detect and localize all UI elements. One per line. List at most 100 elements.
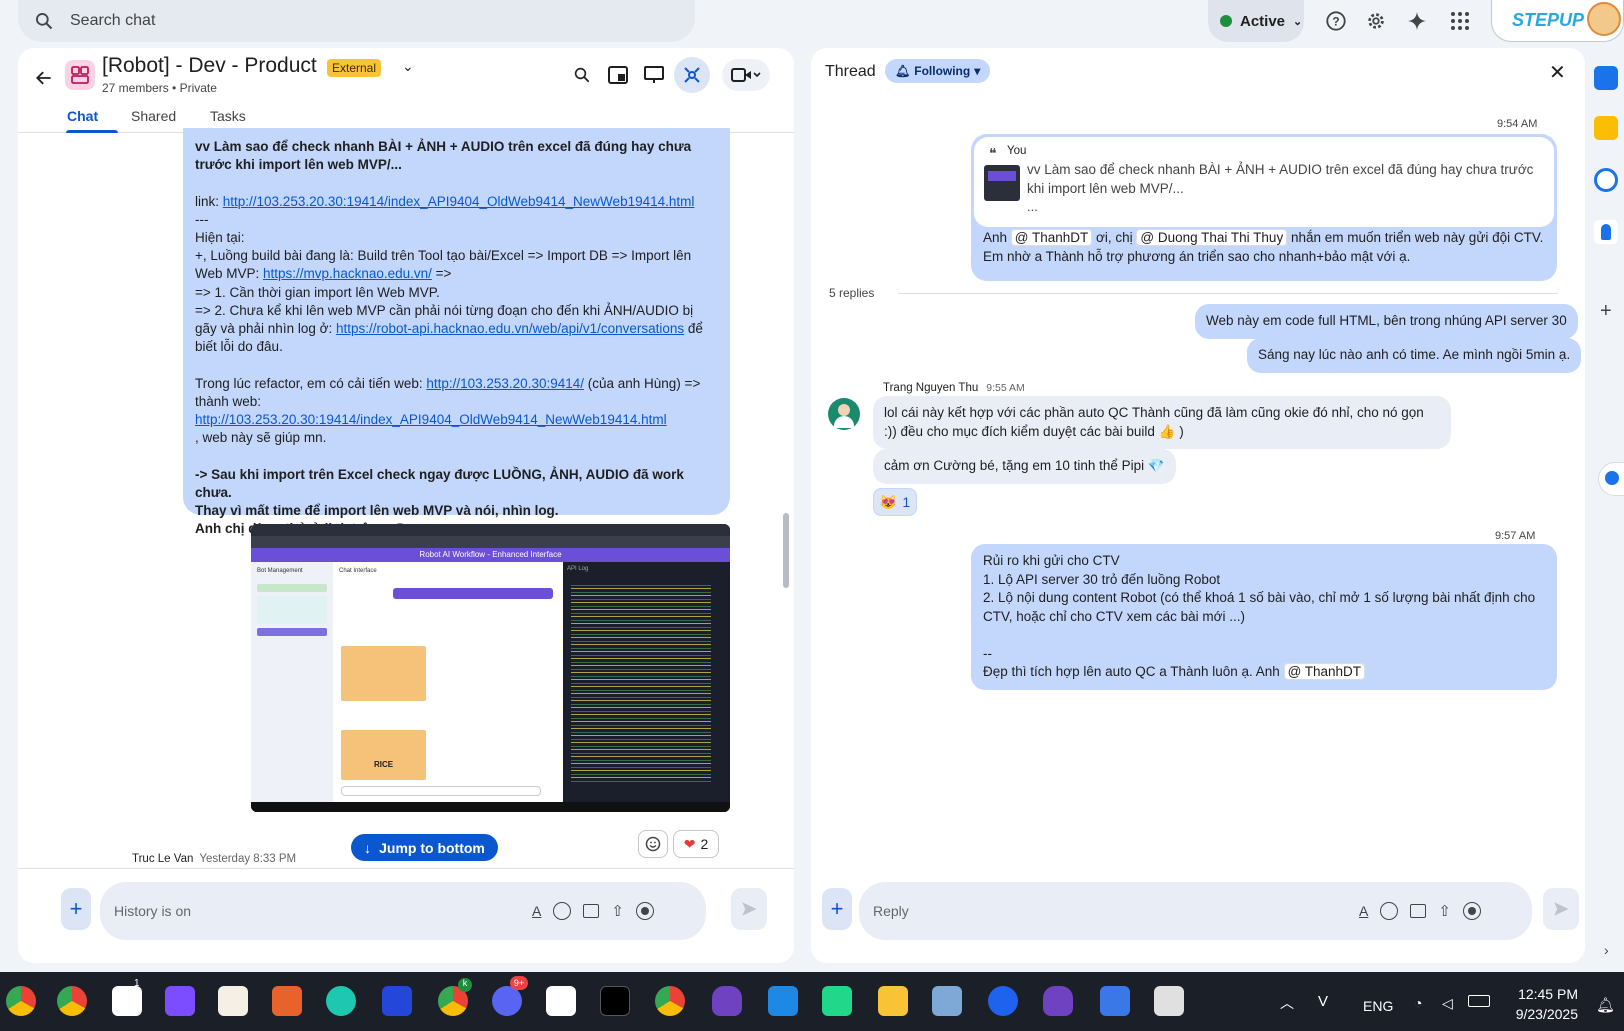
avatar[interactable] xyxy=(1587,2,1621,36)
apps-integrations-icon[interactable] xyxy=(674,57,710,93)
notification-bell-icon[interactable]: 🔔︎ xyxy=(1596,996,1615,1014)
keep-icon[interactable] xyxy=(1594,116,1618,140)
emoji-icon[interactable] xyxy=(1380,902,1399,920)
upload-icon[interactable]: ⇧ xyxy=(1438,902,1451,920)
datagrip-icon[interactable] xyxy=(822,986,852,1016)
app-icon[interactable] xyxy=(1043,986,1073,1016)
chrome-icon[interactable]: k xyxy=(438,978,472,1016)
tab-shared[interactable]: Shared xyxy=(131,108,176,124)
reply-composer[interactable]: Reply A ⇧ xyxy=(859,882,1532,940)
volume-icon[interactable]: ◁ xyxy=(1442,995,1453,1012)
language-indicator[interactable]: ENG xyxy=(1363,998,1393,1014)
add-reaction-button[interactable] xyxy=(638,830,668,858)
record-video-icon[interactable] xyxy=(635,902,654,920)
apps-grid-icon[interactable] xyxy=(1447,8,1473,34)
docker-icon[interactable] xyxy=(988,986,1018,1016)
gemini-sparkle-icon[interactable] xyxy=(1404,8,1430,34)
upload-icon[interactable]: ⇧ xyxy=(611,902,624,920)
attached-screenshot[interactable]: Robot AI Workflow - Enhanced Interface B… xyxy=(251,524,730,812)
app-icon[interactable] xyxy=(165,986,195,1016)
file-explorer-icon[interactable] xyxy=(878,986,908,1016)
heart-icon: ❤ xyxy=(683,835,696,852)
space-subtitle: 27 members • Private xyxy=(102,81,217,95)
chevron-right-icon[interactable]: › xyxy=(1604,942,1609,958)
add-attachment-button[interactable]: + xyxy=(822,888,852,930)
screenshot-log-title: API Log xyxy=(567,566,589,572)
add-addon-icon[interactable]: + xyxy=(1600,300,1612,323)
mention-chip[interactable]: @ Duong Thai Thi Thuy xyxy=(1136,229,1288,246)
message-composer[interactable]: History is on A ⇧ xyxy=(100,882,706,940)
clock-time[interactable]: 12:45 PM xyxy=(1508,986,1578,1002)
video-call-button[interactable] xyxy=(722,59,770,91)
add-attachment-button[interactable]: + xyxy=(61,888,91,930)
account-switcher[interactable]: STEPUP xyxy=(1491,0,1624,42)
status-selector[interactable]: Active ⌄ xyxy=(1208,0,1304,42)
tab-tasks[interactable]: Tasks xyxy=(210,108,246,124)
quoted-message[interactable]: ❝ You vv Làm sao để check nhanh BÀI + ẢN… xyxy=(974,137,1554,227)
present-icon[interactable] xyxy=(640,61,668,89)
format-text-icon[interactable]: A xyxy=(1359,903,1368,919)
avatar[interactable] xyxy=(828,398,860,430)
emoji-icon[interactable] xyxy=(553,902,572,920)
jump-to-bottom-button[interactable]: ↓ Jump to bottom xyxy=(351,834,498,861)
send-button[interactable] xyxy=(1543,888,1579,930)
screenshot-image-rice: RICE xyxy=(341,730,426,780)
contacts-icon[interactable] xyxy=(1594,220,1618,244)
calendar-icon[interactable] xyxy=(1594,66,1618,90)
chrome-icon[interactable] xyxy=(655,986,685,1016)
side-drawer-toggle[interactable] xyxy=(1598,462,1624,496)
app-icon[interactable] xyxy=(272,986,302,1016)
chevron-up-icon[interactable]: ︿ xyxy=(1280,993,1294,1013)
mention-chip[interactable]: @ ThanhDT xyxy=(1010,229,1093,246)
mention-chip[interactable]: @ ThanhDT xyxy=(1283,663,1366,680)
settings-gear-icon[interactable] xyxy=(1363,8,1389,34)
reply-input[interactable]: Reply xyxy=(873,903,909,919)
space-title[interactable]: [Robot] - Dev - Product xyxy=(102,54,317,78)
send-button[interactable] xyxy=(731,888,767,930)
help-icon[interactable]: ? xyxy=(1323,8,1349,34)
tasks-icon[interactable] xyxy=(1594,168,1618,192)
discord-icon[interactable]: 9+ xyxy=(492,976,528,1016)
format-text-icon[interactable]: A xyxy=(532,903,541,919)
gif-icon[interactable] xyxy=(1410,904,1427,918)
record-video-icon[interactable] xyxy=(1462,902,1481,920)
gif-icon[interactable] xyxy=(583,904,600,918)
app-icon[interactable] xyxy=(382,986,412,1016)
screenshot-input xyxy=(341,786,541,796)
wifi-icon[interactable]: ◔ xyxy=(1414,995,1422,1011)
chrome-profile-icon[interactable] xyxy=(6,986,36,1016)
old-web-link[interactable]: http://103.253.20.30:9414/ xyxy=(426,376,584,391)
chrome-icon[interactable] xyxy=(57,986,87,1016)
notepad-icon[interactable] xyxy=(768,986,798,1016)
app-icon[interactable] xyxy=(546,986,576,1016)
clock-date[interactable]: 9/23/2025 xyxy=(1508,1006,1578,1022)
emoji-reaction[interactable]: 😻 1 xyxy=(873,488,917,516)
following-button[interactable]: 🔔︎ Following ▾ xyxy=(885,59,991,83)
search-icon[interactable] xyxy=(568,61,596,89)
search-input[interactable]: Search chat xyxy=(70,12,155,30)
app-icon[interactable] xyxy=(326,986,356,1016)
tab-chat[interactable]: Chat xyxy=(67,108,98,124)
vuetify-icon[interactable]: V xyxy=(1318,993,1328,1010)
close-icon[interactable]: ✕ xyxy=(1549,60,1566,85)
battery-icon[interactable] xyxy=(1468,995,1490,1007)
app-icon[interactable] xyxy=(218,986,248,1016)
picture-in-picture-icon[interactable] xyxy=(604,61,632,89)
app-icon[interactable] xyxy=(600,986,630,1016)
app-icon[interactable] xyxy=(712,986,742,1016)
search-bar[interactable]: Search chat xyxy=(18,0,695,42)
heart-reaction[interactable]: ❤ 2 xyxy=(673,830,719,858)
api-log-link[interactable]: https://robot-api.hacknao.edu.vn/web/api… xyxy=(336,321,684,336)
app-icon[interactable] xyxy=(932,986,962,1016)
snipping-tool-icon[interactable] xyxy=(1154,986,1184,1016)
scrollbar[interactable] xyxy=(783,513,789,588)
mvp-link[interactable]: https://mvp.hacknao.edu.vn/ xyxy=(263,266,432,281)
composer-input[interactable]: History is on xyxy=(114,903,191,919)
back-arrow-icon[interactable] xyxy=(34,68,54,88)
new-web-link[interactable]: http://103.253.20.30:19414/index_API9404… xyxy=(195,412,667,427)
reply-bubble: lol cái này kết hợp với các phần auto QC… xyxy=(873,396,1451,449)
chevron-down-icon[interactable]: ⌄ xyxy=(402,58,414,75)
message-link[interactable]: http://103.253.20.30:19414/index_API9404… xyxy=(223,194,695,209)
app-icon[interactable]: 1 xyxy=(112,978,142,1016)
app-icon[interactable] xyxy=(1100,986,1130,1016)
